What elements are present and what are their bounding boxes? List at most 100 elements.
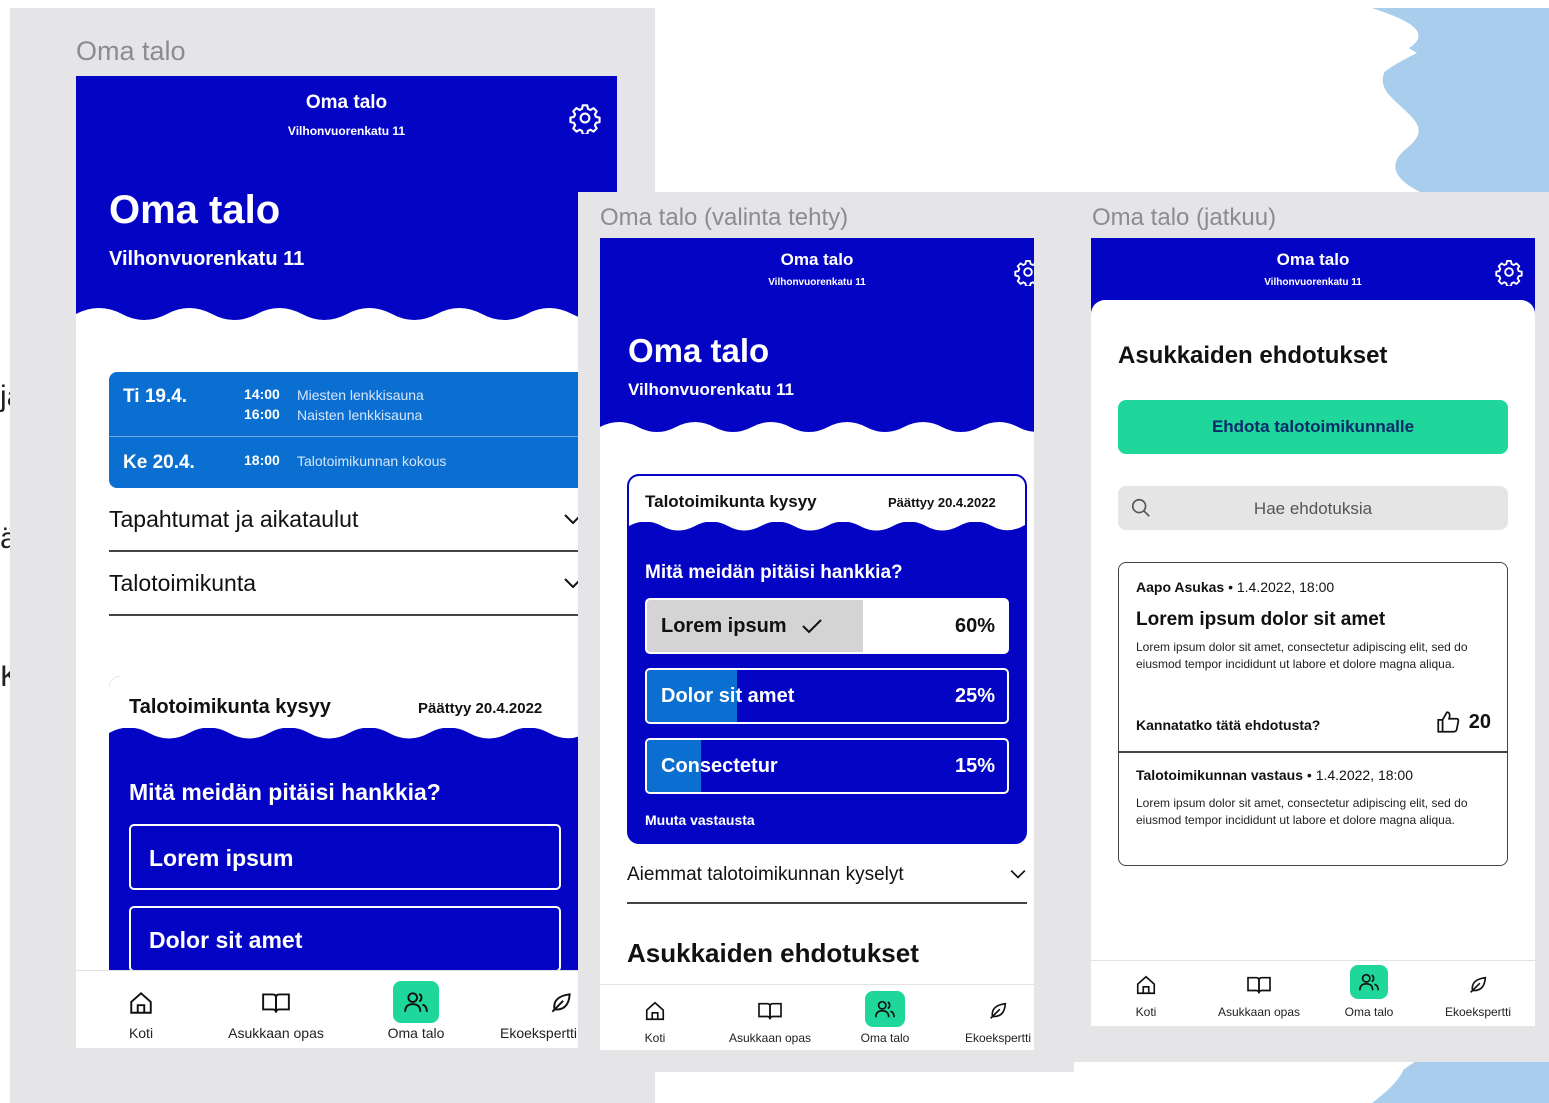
people-icon	[393, 981, 439, 1023]
poll-option-label: Lorem ipsum	[149, 845, 294, 871]
section-title: Asukkaiden ehdotukset	[627, 938, 919, 968]
home-icon	[121, 985, 161, 1021]
header-title: Oma talo	[1276, 250, 1350, 269]
gear-icon[interactable]	[1014, 258, 1034, 286]
nav-label: Asukkaan opas	[728, 1031, 812, 1045]
card-divider	[1119, 751, 1507, 753]
search-placeholder: Hae ehdotuksia	[1253, 499, 1373, 518]
event-time: 14:00	[244, 386, 280, 402]
poll-card: Talotoimikunta kysyy Päättyy 20.4.2022 M…	[627, 474, 1027, 844]
nav-label: Asukkaan opas	[228, 1025, 324, 1041]
reply-body: Lorem ipsum dolor sit amet, consectetur …	[1136, 796, 1468, 827]
nav-item-asukkaan-opas[interactable]: Asukkaan opas	[1201, 961, 1317, 1026]
nav-item-asukkaan-opas[interactable]: Asukkaan opas	[206, 971, 346, 1048]
poll-title: Talotoimikunta kysyy	[645, 492, 817, 511]
change-answer-link[interactable]: Muuta vastausta	[645, 812, 755, 828]
proposal-card: Aapo Asukas • 1.4.2022, 18:00 Lorem ipsu…	[1118, 562, 1508, 866]
frame-label: Oma talo	[76, 36, 186, 66]
poll-header: Talotoimikunta kysyy Päättyy 20.4.2022	[629, 476, 1025, 522]
accordion-committee[interactable]: Talotoimikunta	[109, 564, 583, 616]
poll-header: Talotoimikunta kysyy Päättyy 20.4.2022	[109, 676, 589, 728]
like-button[interactable]: 20	[1435, 709, 1491, 735]
reply-date: 1.4.2022, 18:00	[1315, 767, 1413, 783]
people-icon	[865, 991, 905, 1027]
header-title: Oma talo	[780, 250, 854, 269]
nav-label: Oma talo	[1344, 1005, 1394, 1019]
leaf-icon	[980, 995, 1016, 1027]
frame-oma-talo-valinta-tehty: Oma talo (valinta tehty) Oma talo Vilhon…	[578, 192, 1074, 1072]
nav-item-ekoekspertti[interactable]: Ekoekspertti	[940, 985, 1034, 1050]
reply-author: Talotoimikunnan vastaus	[1136, 767, 1303, 783]
nav-item-koti[interactable]: Koti	[76, 971, 206, 1048]
poll-result-row[interactable]: Consectetur 15%	[645, 738, 1009, 794]
nav-item-koti[interactable]: Koti	[1091, 961, 1201, 1026]
nav-item-asukkaan-opas[interactable]: Asukkaan opas	[710, 985, 830, 1050]
frame-oma-talo: Oma talo Oma talo Vilhonvuorenkatu 11 Om…	[10, 8, 655, 1103]
leaf-icon	[1460, 969, 1496, 1001]
hero-address: Vilhonvuorenkatu 11	[628, 380, 794, 399]
canvas: ja ä K Oma talo Oma talo Vilhonvuorenkat…	[0, 0, 1549, 1103]
accordion-label: Tapahtumat ja aikataulut	[109, 506, 359, 532]
poll-wave	[109, 726, 589, 739]
nav-label: Oma talo	[387, 1025, 445, 1041]
bottom-nav: Koti Asukkaan opas Oma talo Ekoekspertti	[600, 984, 1034, 1050]
poll-result-row[interactable]: Lorem ipsum 60%	[645, 598, 1009, 654]
nav-item-oma-talo[interactable]: Oma talo	[1317, 961, 1421, 1026]
accordion-label: Aiemmat talotoimikunnan kyselyt	[627, 864, 904, 885]
gear-icon[interactable]	[1495, 258, 1523, 286]
proposal-title: Lorem ipsum dolor sit amet	[1136, 609, 1386, 630]
hero-address: Vilhonvuorenkatu 11	[109, 248, 305, 270]
poll-result-percent: 60%	[954, 614, 995, 637]
accordion-label: Talotoimikunta	[109, 570, 257, 596]
schedule-divider	[109, 436, 589, 437]
frame-oma-talo-jatkuu: Oma talo (jatkuu) Oma talo Vilhonvuorenk…	[1074, 192, 1549, 1062]
search-field[interactable]: Hae ehdotuksia	[1118, 486, 1508, 530]
header-subtitle: Vilhonvuorenkatu 11	[287, 124, 406, 138]
proposal-meta: Aapo Asukas • 1.4.2022, 18:00	[1136, 579, 1334, 595]
bottom-nav: Koti Asukkaan opas Oma talo Ekoekspertti	[1091, 960, 1535, 1026]
poll-result-percent: 15%	[954, 754, 995, 777]
nav-label: Asukkaan opas	[1217, 1005, 1301, 1019]
schedule-card[interactable]: Ti 19.4. 14:00 Miesten lenkkisauna 16:00…	[109, 372, 589, 488]
nav-label: Ekoekspertti	[964, 1031, 1032, 1045]
gear-icon[interactable]	[569, 102, 601, 134]
poll-question: Mitä meidän pitäisi hankkia?	[645, 562, 903, 583]
proposal-body: Lorem ipsum dolor sit amet, consectetur …	[1136, 640, 1468, 671]
bullet-separator: •	[1306, 767, 1316, 783]
poll-question: Mitä meidän pitäisi hankkia?	[129, 779, 441, 805]
nav-item-oma-talo[interactable]: Oma talo	[346, 971, 486, 1048]
phone-screen: Oma talo Vilhonvuorenkatu 11 Oma talo Vi…	[600, 238, 1034, 1050]
book-icon	[752, 995, 788, 1027]
poll-card: Talotoimikunta kysyy Päättyy 20.4.2022 M…	[109, 676, 589, 1016]
checkmark-icon	[801, 619, 822, 634]
schedule-day: Ke 20.4.	[123, 452, 195, 473]
nav-label: Koti	[1135, 1005, 1157, 1019]
poll-result-row[interactable]: Dolor sit amet 25%	[645, 668, 1009, 724]
poll-end-date: Päättyy 20.4.2022	[418, 700, 543, 717]
nav-label: Ekoekspertti	[1444, 1005, 1512, 1019]
event-name: Miesten lenkkisauna	[297, 387, 424, 403]
home-icon	[1128, 969, 1164, 1001]
chevron-down-icon	[1010, 869, 1026, 879]
nav-item-ekoekspertti[interactable]: Ekoekspertti	[1421, 961, 1535, 1026]
app-header: Oma talo Vilhonvuorenkatu 11 Oma talo Vi…	[76, 76, 617, 308]
header-subtitle: Vilhonvuorenkatu 11	[1264, 277, 1362, 288]
poll-option-button[interactable]: Lorem ipsum	[129, 824, 561, 890]
book-icon	[256, 985, 296, 1021]
event-name: Talotoimikunnan kokous	[297, 453, 447, 469]
frame-label: Oma talo (valinta tehty)	[600, 204, 849, 231]
home-icon	[637, 995, 673, 1027]
accordion-previous-polls[interactable]: Aiemmat talotoimikunnan kyselyt	[627, 858, 1027, 904]
header-subtitle: Vilhonvuorenkatu 11	[768, 277, 866, 288]
bullet-separator: •	[1228, 579, 1237, 595]
hero-title: Oma talo	[628, 332, 770, 369]
support-question-text: Kannatatko tätä ehdotusta?	[1136, 717, 1321, 733]
poll-option-button[interactable]: Dolor sit amet	[129, 906, 561, 972]
accordion-events[interactable]: Tapahtumat ja aikataulut	[109, 500, 583, 552]
nav-item-oma-talo[interactable]: Oma talo	[830, 985, 940, 1050]
suggest-button[interactable]: Ehdota talotoimikunnalle	[1118, 400, 1508, 454]
event-time: 18:00	[244, 452, 280, 468]
reply-meta: Talotoimikunnan vastaus • 1.4.2022, 18:0…	[1136, 767, 1413, 783]
nav-item-koti[interactable]: Koti	[600, 985, 710, 1050]
header-title: Oma talo	[305, 92, 388, 113]
